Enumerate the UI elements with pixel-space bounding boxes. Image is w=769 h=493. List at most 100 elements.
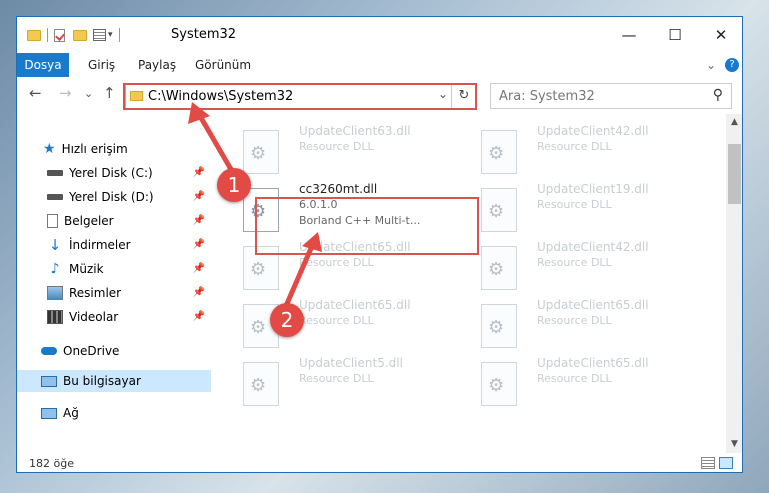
up-button[interactable]: ↑ <box>103 84 116 102</box>
file-type: Resource DLL <box>537 256 612 269</box>
file-name: UpdateClient65.dll <box>537 356 649 370</box>
nav-label: OneDrive <box>63 344 120 358</box>
nav-item-music[interactable]: ♪ Müzik 📌 <box>47 258 211 280</box>
file-type: Resource DLL <box>537 140 612 153</box>
music-icon: ♪ <box>50 261 60 277</box>
documents-icon <box>47 214 58 228</box>
customize-icon[interactable] <box>93 29 106 41</box>
back-button[interactable]: ← <box>29 84 42 102</box>
drive-icon <box>47 170 63 176</box>
pin-icon[interactable]: 📌 <box>193 162 205 184</box>
dll-file-icon <box>243 130 279 174</box>
nav-label: Müzik <box>69 262 104 276</box>
dll-file-icon <box>481 188 517 232</box>
tab-home[interactable]: Giriş <box>88 53 115 77</box>
nav-quick-access[interactable]: ★ Hızlı erişim <box>43 138 211 160</box>
file-tile[interactable]: UpdateClient65.dll Resource DLL <box>231 292 451 348</box>
pin-icon[interactable]: 📌 <box>193 258 205 280</box>
file-tile[interactable]: UpdateClient19.dll Resource DLL <box>469 176 689 232</box>
nav-item-videos[interactable]: Videolar 📌 <box>47 306 211 328</box>
file-name: UpdateClient19.dll <box>537 182 649 196</box>
folder-icon <box>27 29 41 41</box>
file-type: Resource DLL <box>537 198 612 211</box>
nav-this-pc[interactable]: Bu bilgisayar <box>17 370 211 392</box>
dll-file-icon <box>481 362 517 406</box>
vertical-scrollbar[interactable]: ▲ ▼ <box>726 114 742 453</box>
nav-item-pictures[interactable]: Resimler 📌 <box>47 282 211 304</box>
file-name: UpdateClient42.dll <box>537 124 649 138</box>
nav-item-downloads[interactable]: ↓ İndirmeler 📌 <box>47 234 211 256</box>
qat-chevron-icon[interactable]: ▾ <box>108 30 113 40</box>
forward-button[interactable]: → <box>59 84 72 102</box>
downloads-icon: ↓ <box>48 236 62 254</box>
file-type: Resource DLL <box>537 314 612 327</box>
nav-label: Yerel Disk (D:) <box>69 190 154 204</box>
file-type: Resource DLL <box>299 314 374 327</box>
nav-item-drive-d[interactable]: Yerel Disk (D:) 📌 <box>47 186 211 208</box>
pin-icon[interactable]: 📌 <box>193 234 205 256</box>
file-type: Resource DLL <box>299 256 374 269</box>
nav-label: Resimler <box>69 286 122 300</box>
navigation-pane: ★ Hızlı erişim Yerel Disk (C:) 📌 Yerel D… <box>17 114 211 450</box>
file-tile[interactable]: UpdateClient65.dll Resource DLL <box>469 292 689 348</box>
nav-item-drive-c[interactable]: Yerel Disk (C:) 📌 <box>47 162 211 184</box>
details-view-icon[interactable] <box>701 457 715 469</box>
properties-check-icon[interactable] <box>54 28 65 42</box>
item-count: 182 öğe <box>29 457 74 470</box>
file-name: UpdateClient65.dll <box>299 298 411 312</box>
file-tile[interactable]: UpdateClient42.dll Resource DLL <box>469 118 689 174</box>
computer-icon <box>41 375 57 387</box>
nav-item-documents[interactable]: Belgeler 📌 <box>47 210 211 232</box>
nav-label: Bu bilgisayar <box>63 374 141 388</box>
pin-icon[interactable]: 📌 <box>193 306 205 328</box>
nav-network[interactable]: Ağ <box>41 402 211 424</box>
dll-file-icon <box>481 304 517 348</box>
file-type: Resource DLL <box>299 140 374 153</box>
scroll-down-icon[interactable]: ▼ <box>726 436 742 453</box>
step-marker-1: 1 <box>217 168 251 202</box>
ribbon-collapse-icon[interactable]: ⌄ <box>706 53 716 77</box>
tab-share[interactable]: Paylaş <box>138 53 176 77</box>
scroll-thumb[interactable] <box>728 144 741 204</box>
help-icon[interactable]: ? <box>725 58 739 72</box>
new-folder-icon[interactable] <box>73 29 87 41</box>
file-list: UpdateClient63.dll Resource DLL UpdateCl… <box>217 114 724 452</box>
tab-view[interactable]: Görünüm <box>195 53 251 77</box>
scroll-up-icon[interactable]: ▲ <box>726 114 742 131</box>
nav-label: Videolar <box>69 310 119 324</box>
pin-icon[interactable]: 📌 <box>193 210 205 232</box>
search-icon[interactable]: ⚲ <box>713 87 723 103</box>
file-tile[interactable]: UpdateClient63.dll Resource DLL <box>231 118 451 174</box>
file-name: cc3260mt.dll <box>299 182 378 196</box>
address-highlight-box <box>123 83 477 110</box>
file-highlight-box <box>255 197 479 255</box>
file-name: UpdateClient42.dll <box>537 240 649 254</box>
drive-icon <box>47 194 63 200</box>
minimize-button[interactable]: — <box>606 17 652 53</box>
pin-icon[interactable]: 📌 <box>193 282 205 304</box>
dll-file-icon <box>481 246 517 290</box>
close-button[interactable]: ✕ <box>698 17 742 53</box>
search-input[interactable]: Ara: System32 <box>499 89 595 104</box>
pin-icon[interactable]: 📌 <box>193 186 205 208</box>
tab-file[interactable]: Dosya <box>17 53 69 77</box>
file-type: Resource DLL <box>299 372 374 385</box>
divider <box>118 28 120 42</box>
search-box[interactable]: Ara: System32 ⚲ <box>490 83 732 109</box>
star-icon: ★ <box>43 141 56 157</box>
pictures-icon <box>47 286 63 300</box>
file-name: UpdateClient63.dll <box>299 124 411 138</box>
tiles-view-icon[interactable] <box>719 457 733 469</box>
divider <box>47 28 48 42</box>
title-bar: ▾ System32 — ☐ ✕ <box>17 17 742 53</box>
file-tile[interactable]: UpdateClient5.dll Resource DLL <box>231 350 451 406</box>
window-title: System32 <box>171 27 237 42</box>
nav-onedrive[interactable]: OneDrive <box>41 340 211 362</box>
videos-icon <box>47 310 63 324</box>
file-tile[interactable]: UpdateClient65.dll Resource DLL <box>469 350 689 406</box>
nav-label: Yerel Disk (C:) <box>69 166 153 180</box>
nav-label: Hızlı erişim <box>61 142 128 156</box>
file-tile[interactable]: UpdateClient42.dll Resource DLL <box>469 234 689 290</box>
maximize-button[interactable]: ☐ <box>652 17 698 53</box>
recent-locations-button[interactable]: ⌄ <box>84 87 93 100</box>
